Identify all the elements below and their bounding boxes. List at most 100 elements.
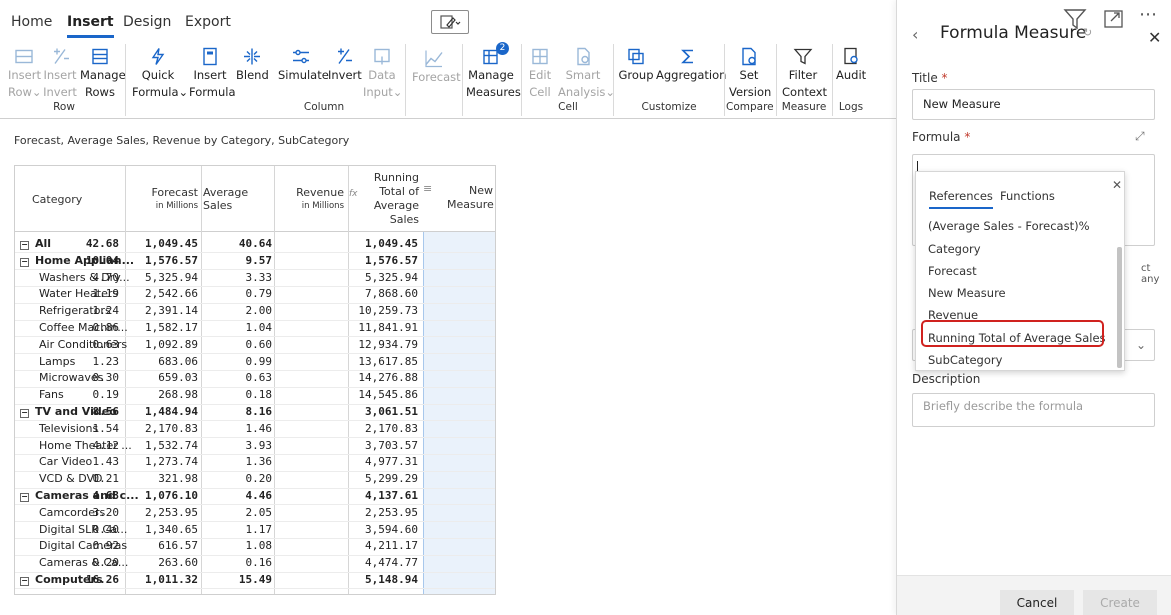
description-input[interactable]: Briefly describe the formula [912, 393, 1155, 427]
title-input[interactable]: New Measure [912, 89, 1155, 120]
simulate-button[interactable]: Simulate [278, 46, 329, 84]
table-row[interactable]: Water Heaters 1.19 2,542.66 0.79 7,868.60 [15, 286, 423, 303]
cell-forecast[interactable]: 1.24 [49, 304, 120, 317]
table-row[interactable]: − TV and Video 8.56 1,484.94 8.16 3,061.51 [15, 404, 423, 421]
group-button[interactable]: Group [618, 46, 654, 84]
collapse-icon[interactable]: − [20, 493, 29, 502]
table-row[interactable]: Car Video 1.43 1,273.74 1.36 4,977.31 [15, 454, 423, 471]
reference-item[interactable]: New Measure [928, 286, 1006, 300]
manage-measures-button[interactable]: 2 Manage Measures [466, 42, 521, 101]
blend-button[interactable]: Blend [236, 46, 269, 84]
table-row[interactable]: − Computers 16.26 1,011.32 15.49 5,148.94 [15, 572, 423, 589]
close-icon[interactable]: ✕ [1148, 28, 1161, 47]
cell-forecast[interactable]: 0.30 [49, 371, 120, 384]
cell-forecast[interactable]: 4.70 [49, 271, 120, 284]
cell-forecast[interactable]: 16.26 [49, 573, 119, 586]
header-forecast[interactable]: Forecast in Millions [126, 166, 198, 232]
cell-revenue[interactable]: 1.08 [202, 539, 273, 552]
cell-revenue[interactable]: 0.20 [202, 472, 273, 485]
tab-home[interactable]: Home [11, 14, 52, 30]
cell-revenue[interactable]: 2.00 [202, 304, 273, 317]
cell-average-sales[interactable]: 1,576.57 [128, 254, 198, 267]
tab-insert[interactable]: Insert [67, 14, 114, 38]
cell-revenue[interactable]: 0.60 [202, 338, 273, 351]
table-row[interactable]: Camcorders 3.20 2,253.95 2.05 2,253.95 [15, 505, 423, 522]
cell-average-sales[interactable]: 263.60 [128, 556, 198, 569]
filter-context-button[interactable]: Filter Context [782, 46, 827, 101]
cell-revenue[interactable]: 1.36 [202, 455, 273, 468]
cell-running-total[interactable]: 2,253.95 [346, 506, 418, 519]
cell-forecast[interactable]: 0.40 [49, 523, 120, 536]
cell-forecast[interactable]: 4.68 [49, 489, 120, 502]
cell-running-total[interactable]: 14,276.88 [346, 371, 418, 384]
table-row[interactable]: − All 42.68 1,049.45 40.64 1,049.45 [15, 236, 423, 253]
cell-revenue[interactable]: 8.16 [202, 405, 273, 418]
cell-average-sales[interactable]: 321.98 [128, 472, 198, 485]
cell-revenue[interactable]: 1.04 [202, 321, 273, 334]
table-row[interactable]: Coffee Machin... 0.86 1,582.17 1.04 11,841.9… [15, 320, 423, 337]
more-options-icon[interactable]: ⋯ [1139, 4, 1158, 25]
table-row[interactable]: − Home Applian... 10.04 1,576.57 9.57 1,576.5… [15, 253, 423, 270]
cell-forecast[interactable]: 0.19 [49, 388, 120, 401]
cell-forecast[interactable]: 1.23 [49, 355, 120, 368]
cell-running-total[interactable]: 5,148.94 [346, 573, 418, 586]
dropdown-tab-functions[interactable]: Functions [1000, 189, 1055, 203]
cell-average-sales[interactable]: 2,170.83 [128, 422, 198, 435]
cell-average-sales[interactable]: 2,253.95 [128, 506, 198, 519]
table-row[interactable]: Lamps 1.23 683.06 0.99 13,617.85 [15, 354, 423, 371]
collapse-icon[interactable]: − [20, 409, 29, 418]
dropdown-tab-references[interactable]: References [929, 189, 993, 209]
cell-average-sales[interactable]: 1,340.65 [128, 523, 198, 536]
cell-running-total[interactable]: 4,977.31 [346, 455, 418, 468]
table-row[interactable]: Fans 0.19 268.98 0.18 14,545.86 [15, 387, 423, 404]
table-row[interactable]: − Cameras and c... 4.68 1,076.10 4.46 4,137.6… [15, 488, 423, 505]
table-row[interactable]: Cameras & Ca... 0.20 263.60 0.16 4,474.77 [15, 555, 423, 572]
cell-running-total[interactable]: 2,170.83 [346, 422, 418, 435]
table-row[interactable]: Refrigerators 1.24 2,391.14 2.00 10,259.73 [15, 303, 423, 320]
cell-forecast[interactable]: 1.19 [49, 287, 120, 300]
cell-revenue[interactable]: 0.16 [202, 556, 273, 569]
table-row[interactable]: Microwaves 0.30 659.03 0.63 14,276.88 [15, 370, 423, 387]
cell-revenue[interactable]: 3.93 [202, 439, 273, 452]
cell-average-sales[interactable]: 268.98 [128, 388, 198, 401]
cell-forecast[interactable]: 1.54 [49, 422, 120, 435]
cell-average-sales[interactable]: 659.03 [128, 371, 198, 384]
table-row[interactable]: Air Conditioners 0.63 1,092.89 0.60 12,934.7… [15, 337, 423, 354]
cell-running-total[interactable]: 4,137.61 [346, 489, 418, 502]
create-button[interactable]: Create [1083, 590, 1157, 615]
cell-running-total[interactable]: 7,868.60 [346, 287, 418, 300]
dropdown-scrollbar[interactable] [1117, 247, 1122, 368]
collapse-icon[interactable]: − [20, 257, 29, 267]
edit-mode-button[interactable] [431, 10, 469, 34]
quick-formula-button[interactable]: Quick Formula⌄ [132, 46, 188, 101]
cell-average-sales[interactable]: 1,484.94 [128, 405, 198, 418]
edit-cell-button[interactable]: Edit Cell [526, 46, 554, 101]
cell-revenue[interactable]: 0.99 [202, 355, 273, 368]
cell-running-total[interactable]: 3,061.51 [346, 405, 418, 418]
collapse-icon[interactable]: − [20, 577, 29, 586]
cell-forecast[interactable]: 0.92 [49, 539, 120, 552]
header-category[interactable]: Category [32, 166, 82, 232]
cell-forecast[interactable]: 1.43 [49, 455, 120, 468]
insert-row-button[interactable]: Insert Row⌄ [8, 46, 42, 101]
header-average-sales[interactable]: Average Sales [203, 166, 273, 232]
cancel-button[interactable]: Cancel [1000, 590, 1074, 615]
cell-forecast[interactable]: 3.20 [49, 506, 120, 519]
cell-average-sales[interactable]: 1,092.89 [128, 338, 198, 351]
smart-analysis-button[interactable]: Smart Analysis⌄ [558, 46, 615, 101]
cell-average-sales[interactable]: 1,049.45 [128, 237, 198, 250]
cell-running-total[interactable]: 12,934.79 [346, 338, 418, 351]
set-version-button[interactable]: Set Version [729, 46, 771, 101]
invert-button[interactable]: Invert [328, 46, 362, 84]
cell-running-total[interactable]: 4,474.77 [346, 556, 418, 569]
cell-revenue[interactable]: 4.46 [202, 489, 273, 502]
header-revenue[interactable]: Revenue in Millions [274, 166, 344, 232]
cell-running-total[interactable]: 3,703.57 [346, 439, 418, 452]
expand-icon[interactable] [1103, 9, 1125, 29]
audit-button[interactable]: Audit [836, 46, 866, 84]
cell-running-total[interactable]: 13,617.85 [346, 355, 418, 368]
cell-forecast[interactable]: 0.21 [49, 472, 120, 485]
cell-average-sales[interactable]: 1,011.32 [128, 573, 198, 586]
cell-forecast[interactable]: 10.04 [49, 254, 119, 267]
cell-forecast[interactable]: 8.56 [49, 405, 120, 418]
